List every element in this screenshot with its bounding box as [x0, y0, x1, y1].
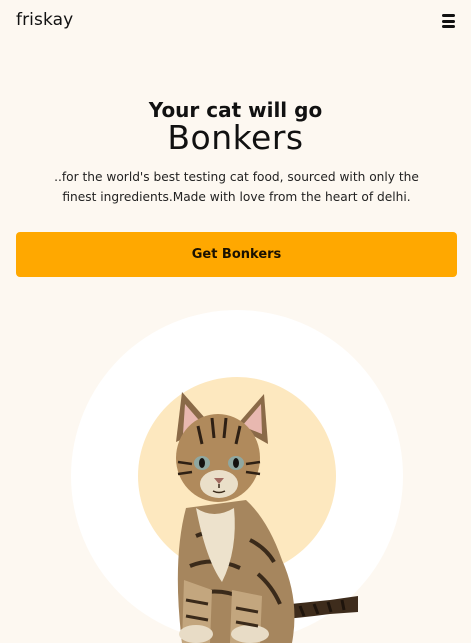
navbar: friskay	[0, 0, 471, 42]
outer-circle	[71, 310, 403, 642]
inner-circle	[138, 377, 336, 575]
hero-illustration	[71, 310, 403, 643]
get-bonkers-button[interactable]: Get Bonkers	[16, 232, 457, 277]
hamburger-menu-icon[interactable]	[442, 14, 455, 28]
hero-highlight-word: Bonkers	[167, 118, 304, 157]
landing-page: friskay Your cat will go Bonkers ..for t…	[0, 0, 471, 643]
kitten-image	[176, 392, 358, 643]
hero-subtitle: ..for the world's best testing cat food,…	[54, 170, 419, 204]
brand-logo[interactable]: friskay	[16, 10, 73, 30]
